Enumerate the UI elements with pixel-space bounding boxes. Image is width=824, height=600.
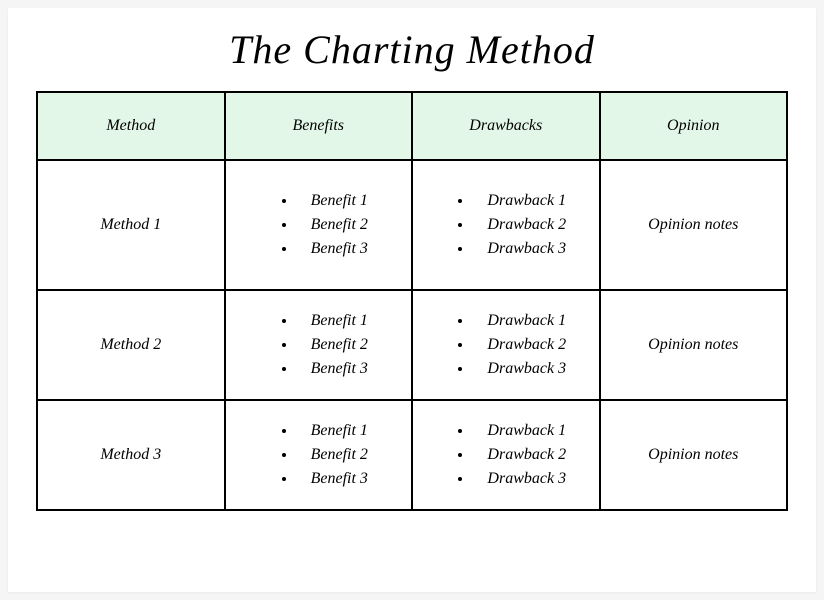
header-drawbacks: Drawbacks <box>412 92 600 160</box>
list-item: Benefit 1 <box>297 309 368 333</box>
cell-method: Method 2 <box>37 290 225 400</box>
table-row: Method 1 Benefit 1 Benefit 2 Benefit 3 D… <box>37 160 787 290</box>
list-item: Drawback 2 <box>473 333 566 357</box>
benefits-list: Benefit 1 Benefit 2 Benefit 3 <box>269 309 368 381</box>
cell-benefits: Benefit 1 Benefit 2 Benefit 3 <box>225 290 413 400</box>
list-item: Drawback 2 <box>473 443 566 467</box>
chart-table: Method Benefits Drawbacks Opinion Method… <box>36 91 788 511</box>
list-item: Benefit 2 <box>297 333 368 357</box>
cell-opinion: Opinion notes <box>600 400 788 510</box>
page-title: The Charting Method <box>36 26 788 73</box>
list-item: Benefit 1 <box>297 189 368 213</box>
list-item: Drawback 1 <box>473 189 566 213</box>
list-item: Benefit 3 <box>297 357 368 381</box>
cell-method: Method 3 <box>37 400 225 510</box>
list-item: Drawback 2 <box>473 213 566 237</box>
list-item: Drawback 1 <box>473 309 566 333</box>
header-opinion: Opinion <box>600 92 788 160</box>
table-row: Method 2 Benefit 1 Benefit 2 Benefit 3 D… <box>37 290 787 400</box>
cell-opinion: Opinion notes <box>600 290 788 400</box>
benefits-list: Benefit 1 Benefit 2 Benefit 3 <box>269 189 368 261</box>
list-item: Drawback 3 <box>473 467 566 491</box>
drawbacks-list: Drawback 1 Drawback 2 Drawback 3 <box>445 419 566 491</box>
cell-drawbacks: Drawback 1 Drawback 2 Drawback 3 <box>412 160 600 290</box>
drawbacks-list: Drawback 1 Drawback 2 Drawback 3 <box>445 309 566 381</box>
header-benefits: Benefits <box>225 92 413 160</box>
cell-benefits: Benefit 1 Benefit 2 Benefit 3 <box>225 160 413 290</box>
list-item: Benefit 3 <box>297 237 368 261</box>
cell-opinion: Opinion notes <box>600 160 788 290</box>
list-item: Drawback 3 <box>473 357 566 381</box>
list-item: Benefit 1 <box>297 419 368 443</box>
list-item: Benefit 2 <box>297 443 368 467</box>
cell-drawbacks: Drawback 1 Drawback 2 Drawback 3 <box>412 290 600 400</box>
cell-drawbacks: Drawback 1 Drawback 2 Drawback 3 <box>412 400 600 510</box>
list-item: Benefit 3 <box>297 467 368 491</box>
page: The Charting Method Method Benefits Draw… <box>8 8 816 592</box>
table-row: Method 3 Benefit 1 Benefit 2 Benefit 3 D… <box>37 400 787 510</box>
table-header-row: Method Benefits Drawbacks Opinion <box>37 92 787 160</box>
list-item: Drawback 1 <box>473 419 566 443</box>
list-item: Benefit 2 <box>297 213 368 237</box>
drawbacks-list: Drawback 1 Drawback 2 Drawback 3 <box>445 189 566 261</box>
list-item: Drawback 3 <box>473 237 566 261</box>
header-method: Method <box>37 92 225 160</box>
benefits-list: Benefit 1 Benefit 2 Benefit 3 <box>269 419 368 491</box>
cell-method: Method 1 <box>37 160 225 290</box>
cell-benefits: Benefit 1 Benefit 2 Benefit 3 <box>225 400 413 510</box>
